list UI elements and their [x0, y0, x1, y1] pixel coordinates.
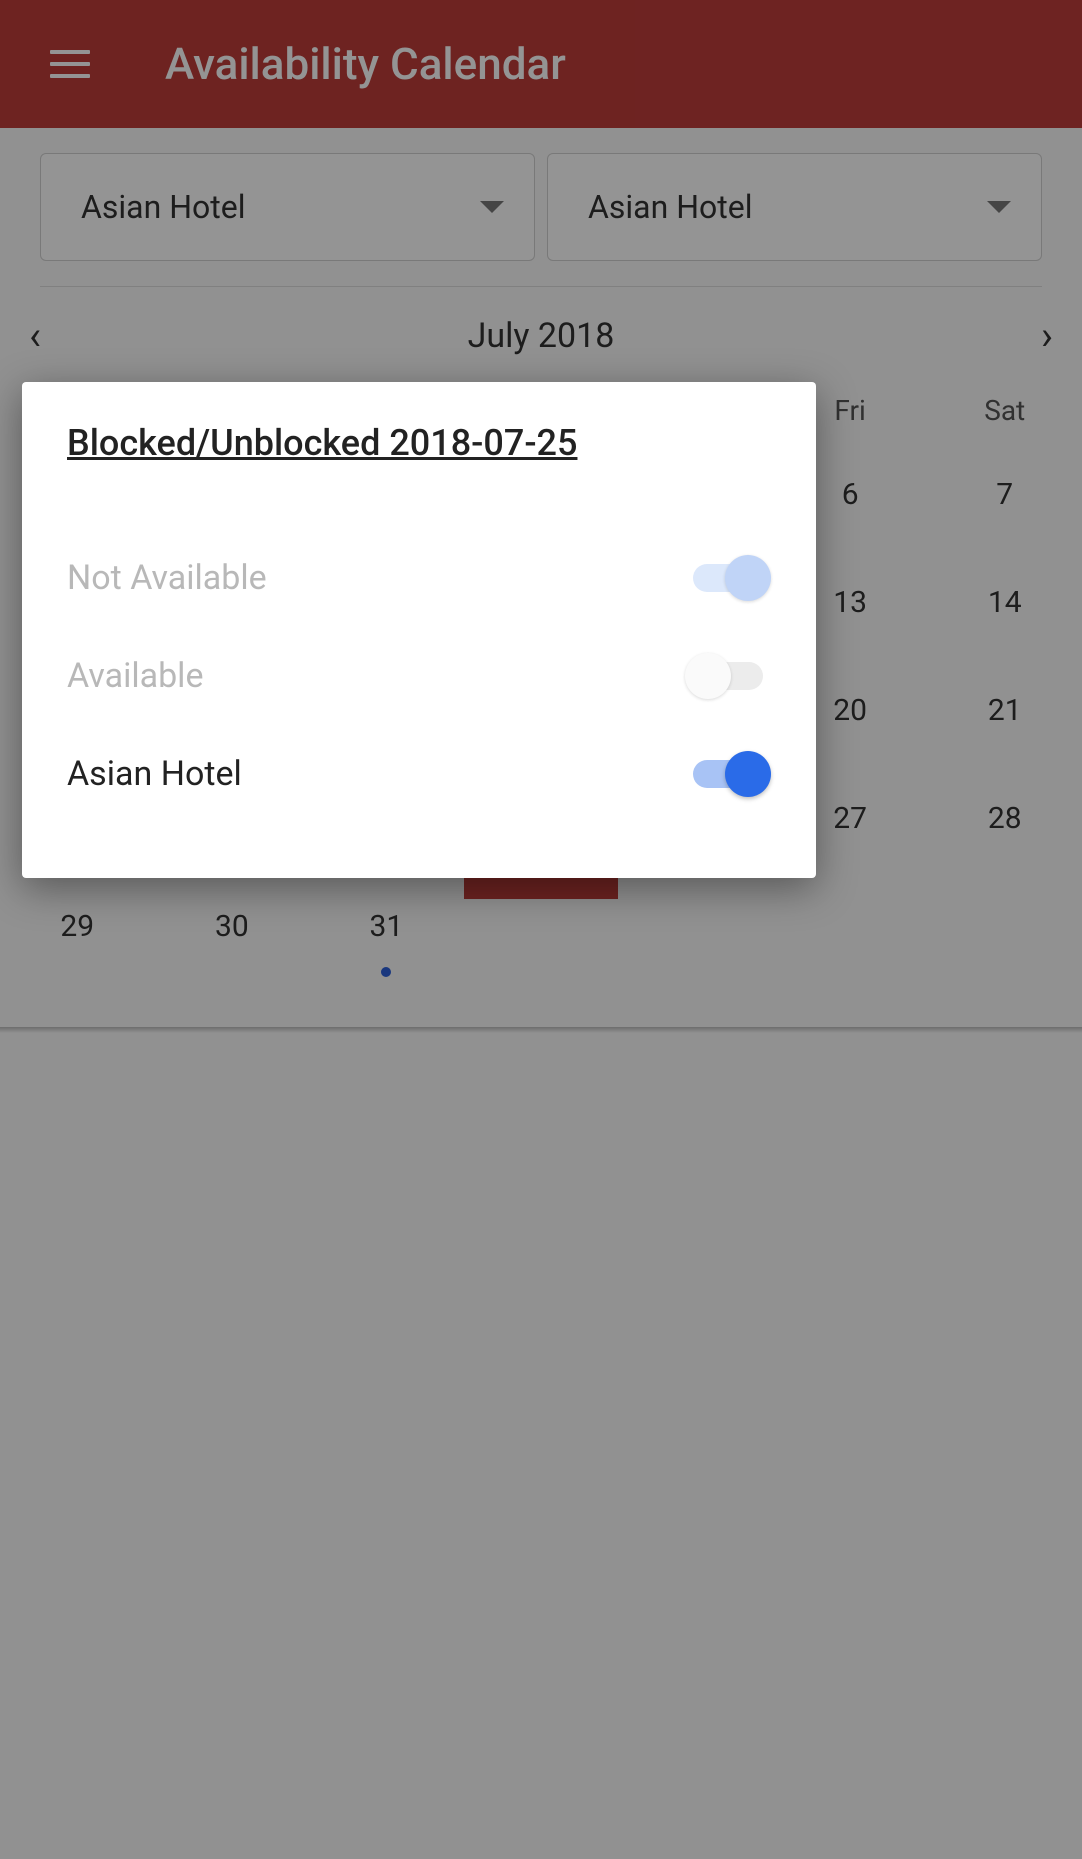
toggle-asian-hotel[interactable] [685, 751, 771, 797]
toggle-label: Asian Hotel [67, 754, 242, 794]
toggle-not-available [685, 555, 771, 601]
toggle-row-asian-hotel: Asian Hotel [67, 725, 771, 823]
switch-thumb [725, 555, 771, 601]
toggle-row-available: Available [67, 627, 771, 725]
blocked-unblocked-dialog: Blocked/Unblocked 2018-07-25 Not Availab… [22, 382, 816, 878]
dialog-title: Blocked/Unblocked 2018-07-25 [67, 422, 771, 464]
toggle-label: Available [67, 656, 203, 696]
modal-overlay[interactable] [0, 0, 1082, 1859]
toggle-row-not-available: Not Available [67, 529, 771, 627]
switch-thumb [685, 653, 731, 699]
toggle-available [685, 653, 771, 699]
toggle-label: Not Available [67, 558, 267, 598]
switch-thumb [725, 751, 771, 797]
